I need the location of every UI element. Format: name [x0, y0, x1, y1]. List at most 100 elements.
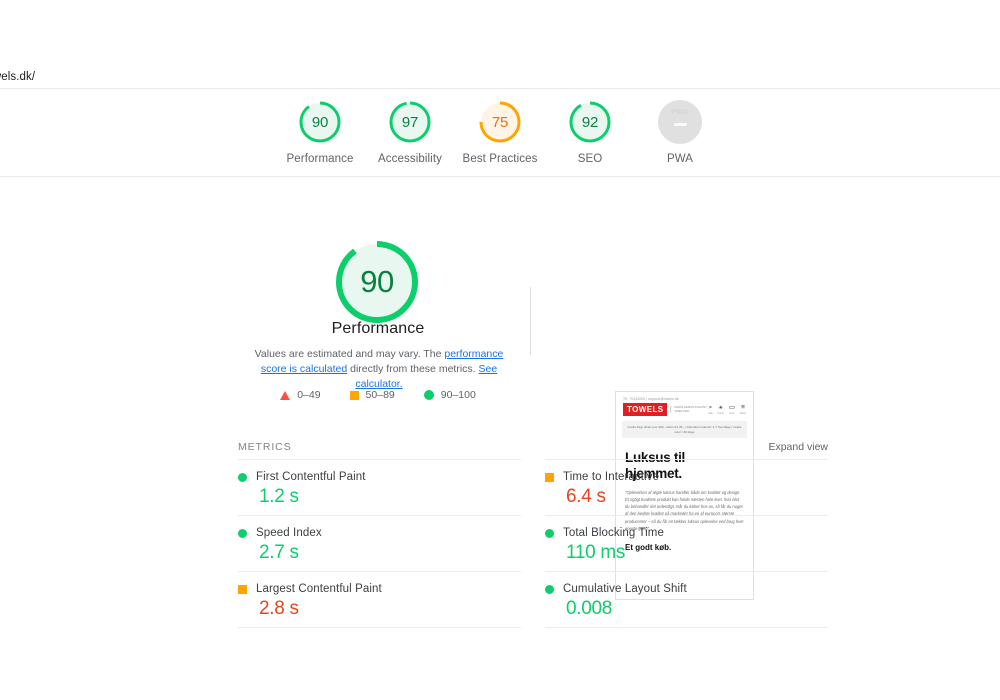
gauge-best-practices: 75: [478, 100, 522, 144]
gauge-label-seo: SEO: [578, 153, 603, 165]
metric-circle-icon: [238, 473, 247, 482]
metric-value: 2.8 s: [259, 598, 521, 620]
metrics-header: METRICS Expand view: [238, 441, 828, 453]
metric-label: First Contentful Paint: [256, 471, 366, 483]
gauge-value-seo: 92: [568, 100, 612, 144]
metric-largest-contentful-paint[interactable]: Largest Contentful Paint 2.8 s: [238, 571, 521, 627]
metrics-label: METRICS: [238, 441, 292, 453]
pwa-dash-icon: [674, 123, 687, 126]
metric-circle-icon: [545, 585, 554, 594]
metric-first-contentful-paint[interactable]: First Contentful Paint 1.2 s: [238, 459, 521, 515]
score-gauge-performance[interactable]: 90 Performance: [275, 100, 365, 165]
metric-title-row: Total Blocking Time: [545, 527, 828, 539]
thumbnail-cart-icon: ▭Kurv: [729, 404, 735, 415]
metric-square-icon: [238, 585, 247, 594]
metric-label: Speed Index: [256, 527, 322, 539]
metrics-column-gap: [521, 515, 545, 571]
legend-circle-icon: [424, 390, 434, 400]
metric-label: Cumulative Layout Shift: [563, 583, 687, 595]
metrics-grid: First Contentful Paint 1.2 s Time to Inter…: [238, 459, 828, 627]
gauge-value-performance: 90: [298, 100, 342, 144]
performance-disclaimer: Values are estimated and may vary. The p…: [248, 347, 510, 392]
metric-value: 2.7 s: [259, 542, 521, 564]
metric-title-row: First Contentful Paint: [238, 471, 521, 483]
metrics-column-gap: [521, 571, 545, 627]
legend-item-0: 0–49: [280, 389, 320, 401]
legend-square-icon: [350, 391, 359, 400]
thumbnail-icon-label: Søg: [708, 412, 712, 415]
metric-label: Largest Contentful Paint: [256, 583, 382, 595]
lighthouse-report: w.towels.dk/ 90Performance97Accessibilit…: [0, 0, 1000, 700]
thumbnail-promo-banner: Gratis fragt ufrak over 600,- ellers fra…: [622, 421, 747, 438]
thumbnail-header-row: TOWELS DANSK DESIGN KVALITET SIDEN 1946 …: [616, 403, 753, 421]
legend-range-2: 90–100: [441, 389, 476, 401]
performance-gauge: 90: [330, 235, 424, 329]
gauge-label-performance: Performance: [287, 153, 354, 165]
category-score-strip: 90 Performance 97 Accessibility 75 Best Pract…: [0, 89, 1000, 176]
pwa-gauge-text: PWA: [658, 107, 702, 116]
page-url: w.towels.dk/: [0, 71, 35, 83]
gauge-label-best-practices: Best Practices: [463, 153, 538, 165]
thumbnail-search-icon: ⌕Søg: [708, 404, 712, 415]
disclaimer-text-2: directly from these metrics.: [347, 363, 478, 375]
pwa-gauge: PWA: [658, 100, 702, 144]
thumbnail-logo: TOWELS: [623, 403, 667, 416]
account-icon: ⚹: [719, 404, 723, 411]
metric-title-row: Speed Index: [238, 527, 521, 539]
score-gauge-accessibility[interactable]: 97 Accessibility: [365, 100, 455, 165]
metric-title-row: Cumulative Layout Shift: [545, 583, 828, 595]
legend-item-2: 90–100: [424, 389, 476, 401]
metric-circle-icon: [545, 529, 554, 538]
menu-icon: ≡: [741, 404, 745, 411]
thumbnail-menu-icon: ≡Menu: [740, 404, 746, 415]
gauge-accessibility: 97: [388, 100, 432, 144]
thumbnail-icon-label: Konto: [718, 412, 724, 415]
thumbnail-icon-row: ⌕Søg ⚹Konto ▭Kurv ≡Menu: [708, 404, 746, 415]
disclaimer-text-1: Values are estimated and may vary. The: [255, 348, 445, 360]
legend-range-1: 50–89: [366, 389, 395, 401]
expand-view-button[interactable]: Expand view: [768, 441, 828, 453]
gauge-label-accessibility: Accessibility: [378, 153, 442, 165]
metric-circle-icon: [238, 529, 247, 538]
thumbnail-contact-bar: Tlf. 70343000 | support@towels.dk: [616, 392, 753, 403]
gauge-seo: 92: [568, 100, 612, 144]
metrics-bottom-divider-right: [545, 627, 828, 628]
legend-range-0: 0–49: [297, 389, 320, 401]
metric-total-blocking-time[interactable]: Total Blocking Time 110 ms: [545, 515, 828, 571]
metric-square-icon: [545, 473, 554, 482]
metrics-column-gap: [521, 459, 545, 515]
thumbnail-account-icon: ⚹Konto: [718, 404, 724, 415]
metric-time-to-interactive[interactable]: Time to Interactive 6.4 s: [545, 459, 828, 515]
thumbnail-icon-label: Kurv: [729, 412, 734, 415]
metric-value: 6.4 s: [566, 486, 828, 508]
thumbnail-icon-label: Menu: [740, 412, 746, 415]
gauge-label-pwa: PWA: [667, 153, 693, 165]
score-legend: 0–49 50–89 90–100: [238, 389, 518, 401]
score-gauge-pwa[interactable]: PWA PWA: [635, 100, 725, 165]
metric-label: Total Blocking Time: [563, 527, 664, 539]
metric-speed-index[interactable]: Speed Index 2.7 s: [238, 515, 521, 571]
metric-value: 0.008: [566, 598, 828, 620]
score-gauge-seo[interactable]: 92 SEO: [545, 100, 635, 165]
search-icon: ⌕: [709, 404, 713, 411]
metric-cumulative-layout-shift[interactable]: Cumulative Layout Shift 0.008: [545, 571, 828, 627]
metrics-bottom-divider-left: [238, 627, 521, 628]
score-gauge-best-practices[interactable]: 75 Best Practices: [455, 100, 545, 165]
metric-title-row: Largest Contentful Paint: [238, 583, 521, 595]
metric-title-row: Time to Interactive: [545, 471, 828, 483]
legend-triangle-icon: [280, 391, 290, 400]
gauge-performance: 90: [298, 100, 342, 144]
thumbnail-brand: TOWELS DANSK DESIGN KVALITET SIDEN 1946: [623, 403, 708, 416]
performance-score-value: 90: [330, 235, 424, 329]
thumbnail-tagline: DANSK DESIGN KVALITET SIDEN 1946: [670, 406, 708, 413]
gauge-value-best-practices: 75: [478, 100, 522, 144]
url-bar: w.towels.dk/: [0, 66, 1000, 88]
cart-icon: ▭: [729, 404, 735, 411]
section-vertical-divider: [530, 287, 531, 355]
gauge-value-accessibility: 97: [388, 100, 432, 144]
legend-item-1: 50–89: [350, 389, 395, 401]
performance-title: Performance: [238, 320, 518, 338]
metric-value: 110 ms: [566, 542, 828, 564]
performance-section: 90 Performance Values are estimated and …: [0, 177, 1000, 432]
metric-value: 1.2 s: [259, 486, 521, 508]
